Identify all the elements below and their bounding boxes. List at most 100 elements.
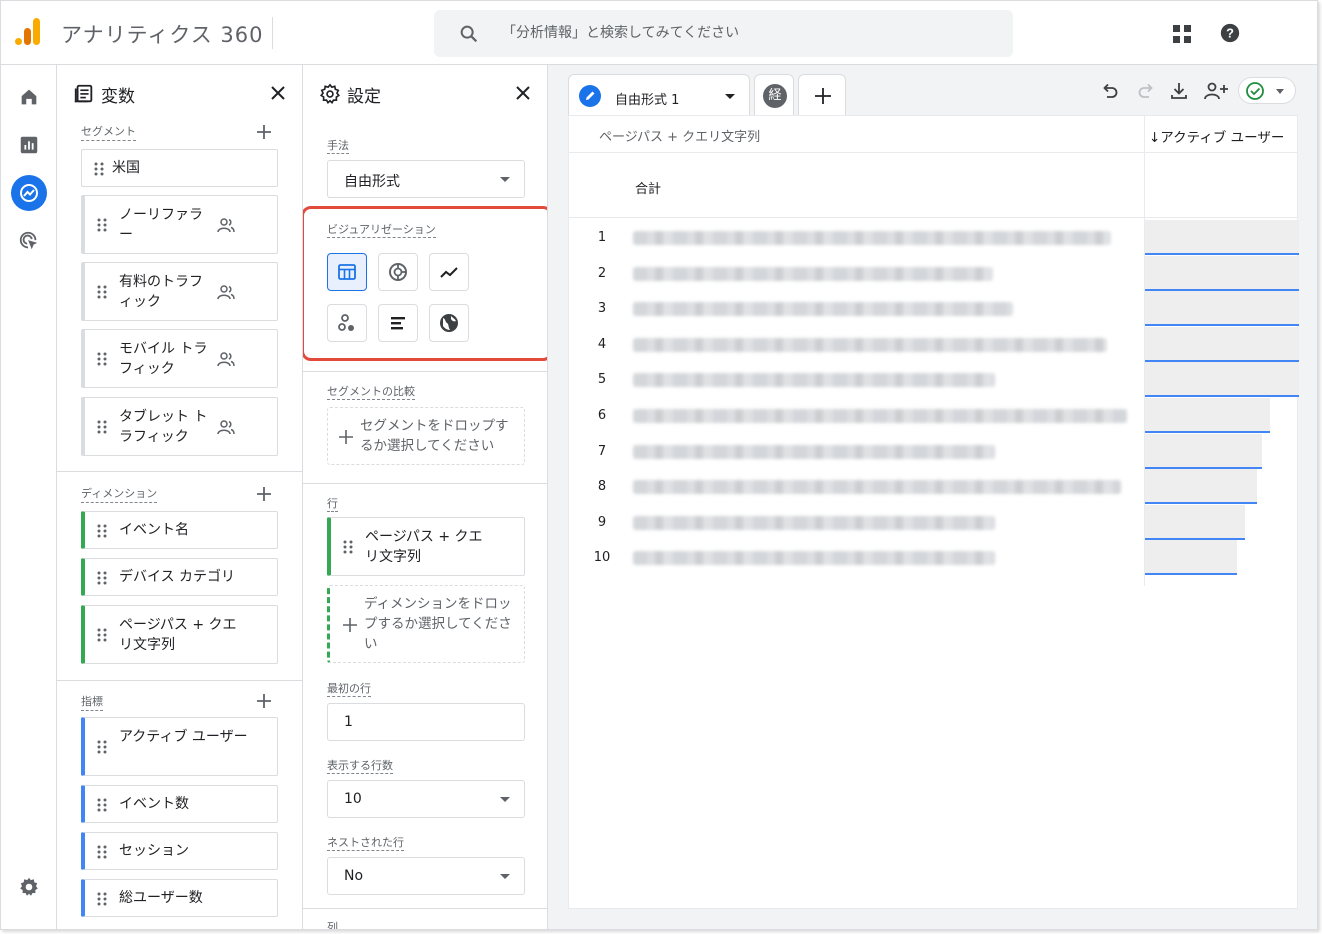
dimension-chip[interactable]: デバイス カテゴリ bbox=[81, 558, 278, 596]
viz-line-button[interactable] bbox=[429, 253, 469, 291]
redacted-page-path[interactable] bbox=[633, 373, 995, 388]
add-tab-button[interactable] bbox=[798, 74, 846, 115]
dimension-chip[interactable]: ページパス + クエリ文字列 bbox=[81, 605, 278, 664]
redacted-page-path[interactable] bbox=[633, 266, 993, 281]
dimension-chip[interactable]: イベント名 bbox=[81, 511, 278, 549]
app-window: アナリティクス 360 ? bbox=[0, 0, 1318, 930]
dimensions-label: ディメンション bbox=[81, 485, 158, 503]
metric-chip[interactable]: イベント数 bbox=[81, 785, 278, 823]
metric-bar-cell bbox=[1145, 255, 1299, 291]
add-metric-icon[interactable] bbox=[255, 692, 273, 710]
segment-chip[interactable]: 米国 bbox=[81, 149, 278, 187]
row-number: 1 bbox=[597, 230, 607, 245]
close-icon[interactable] bbox=[513, 83, 533, 103]
drag-handle-icon[interactable] bbox=[97, 740, 107, 754]
first-row-input[interactable] bbox=[327, 703, 525, 741]
add-segment-icon[interactable] bbox=[255, 123, 273, 141]
drag-handle-icon[interactable] bbox=[97, 892, 107, 906]
segment-compare-dropzone[interactable]: セグメントをドロップするか選択してください bbox=[327, 407, 525, 465]
tab-freeform[interactable]: 自由形式 1 bbox=[568, 74, 750, 115]
redacted-page-path[interactable] bbox=[633, 480, 1121, 495]
undo-icon[interactable] bbox=[1099, 80, 1121, 102]
drag-handle-icon[interactable] bbox=[97, 845, 107, 859]
row-number: 9 bbox=[597, 514, 607, 530]
nested-rows-select[interactable]: No bbox=[327, 857, 525, 895]
nested-rows-label: ネストされた行 bbox=[327, 836, 404, 851]
tab-strip: 自由形式 1 経 bbox=[548, 65, 1317, 115]
viz-table-button[interactable] bbox=[327, 253, 367, 291]
share-user-icon[interactable] bbox=[1203, 80, 1229, 102]
redacted-page-path[interactable] bbox=[633, 551, 995, 566]
metric-bar-cell bbox=[1145, 504, 1299, 540]
show-rows-value: 10 bbox=[344, 791, 362, 807]
drag-handle-icon[interactable] bbox=[97, 285, 107, 299]
drag-handle-icon[interactable] bbox=[97, 628, 107, 642]
nav-explore[interactable] bbox=[11, 175, 47, 211]
segment-chip[interactable]: モバイル トラフィック bbox=[81, 329, 278, 388]
redacted-page-path[interactable] bbox=[633, 409, 1127, 423]
nav-home[interactable] bbox=[15, 83, 43, 111]
metric-chip[interactable]: 総ユーザー数 bbox=[81, 879, 278, 917]
check-circle-icon bbox=[1246, 82, 1264, 100]
help-icon[interactable]: ? bbox=[1219, 22, 1241, 44]
apps-grid-icon[interactable] bbox=[1171, 23, 1193, 45]
segment-chip[interactable]: タブレット トラフィック bbox=[81, 397, 278, 456]
segment-chip[interactable]: 有料のトラフィック bbox=[81, 262, 278, 321]
plus-icon bbox=[815, 88, 831, 104]
metric-bar-cell bbox=[1145, 469, 1299, 505]
segment-chip[interactable]: ノーリファラー bbox=[81, 195, 278, 254]
edit-pencil-icon[interactable] bbox=[579, 85, 601, 107]
viz-donut-button[interactable] bbox=[378, 253, 418, 291]
metric-bar-cell bbox=[1145, 291, 1299, 327]
redo-icon[interactable] bbox=[1135, 80, 1157, 102]
metric-chip[interactable]: セッション bbox=[81, 832, 278, 870]
redacted-page-path[interactable] bbox=[633, 444, 995, 459]
metric-column-header[interactable]: ↓アクティブ ユーザー bbox=[1149, 126, 1284, 146]
drag-handle-icon[interactable] bbox=[97, 352, 107, 366]
redacted-page-path[interactable] bbox=[633, 515, 995, 530]
drag-handle-icon[interactable] bbox=[97, 218, 107, 232]
redacted-page-path[interactable] bbox=[633, 302, 1013, 317]
drag-handle-icon[interactable] bbox=[97, 798, 107, 812]
metrics-label: 指標 bbox=[81, 693, 103, 711]
close-icon[interactable] bbox=[268, 83, 288, 103]
tab-menu-chevron-icon[interactable] bbox=[725, 94, 735, 99]
technique-label: 手法 bbox=[327, 139, 349, 154]
nested-rows-value: No bbox=[344, 868, 364, 884]
tab-path[interactable]: 経 bbox=[754, 74, 794, 115]
users-icon bbox=[217, 351, 235, 366]
nav-settings[interactable] bbox=[15, 873, 43, 901]
header-divider bbox=[569, 152, 1297, 153]
viz-geo-button[interactable] bbox=[429, 304, 469, 342]
nav-advertising[interactable] bbox=[15, 227, 43, 255]
analytics-logo-icon[interactable] bbox=[15, 18, 43, 48]
redacted-page-path[interactable] bbox=[633, 231, 1111, 245]
drag-handle-icon[interactable] bbox=[343, 540, 353, 554]
drag-handle-icon[interactable] bbox=[97, 524, 107, 538]
drag-handle-icon[interactable] bbox=[97, 571, 107, 585]
viz-bar-button[interactable] bbox=[378, 304, 418, 342]
viz-scatter-button[interactable] bbox=[327, 304, 367, 342]
section-divider bbox=[303, 371, 547, 372]
technique-select[interactable]: 自由形式 bbox=[327, 160, 525, 198]
exploration-canvas: 自由形式 1 経 ページパス + クエリ文字列 ↓アクティブ ユーザー 合計 1… bbox=[548, 65, 1317, 929]
nav-reports[interactable] bbox=[15, 131, 43, 159]
search-icon bbox=[460, 25, 478, 43]
metric-chip[interactable]: アクティブ ユーザー bbox=[81, 717, 278, 776]
status-button[interactable] bbox=[1238, 77, 1296, 104]
rows-dropzone[interactable]: ディメンションをドロップするか選択してください bbox=[327, 585, 525, 663]
metric-bar-cell bbox=[1145, 326, 1299, 362]
show-rows-select[interactable]: 10 bbox=[327, 780, 525, 818]
row-dimension-chip[interactable]: ページパス + クエリ文字列 bbox=[327, 517, 525, 576]
drag-handle-icon[interactable] bbox=[94, 162, 104, 176]
redacted-page-path[interactable] bbox=[633, 337, 1107, 352]
download-icon[interactable] bbox=[1168, 80, 1190, 102]
add-dimension-icon[interactable] bbox=[255, 485, 273, 503]
metric-bar-fill bbox=[1145, 469, 1257, 503]
dimension-column-header[interactable]: ページパス + クエリ文字列 bbox=[599, 126, 760, 145]
drag-handle-icon[interactable] bbox=[97, 420, 107, 434]
search-input[interactable] bbox=[502, 18, 982, 48]
rows-drop-hint: ディメンションをドロップするか選択してください bbox=[364, 596, 512, 652]
table-icon bbox=[338, 264, 356, 280]
search-bar[interactable] bbox=[434, 10, 1013, 57]
